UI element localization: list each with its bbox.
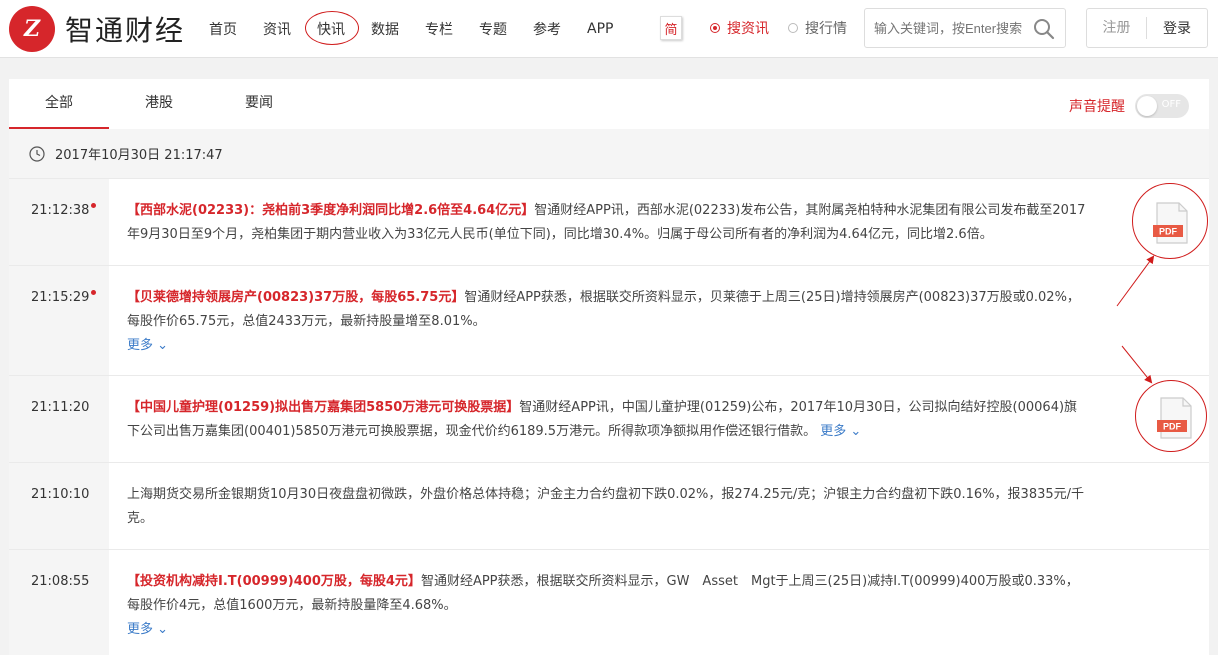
news-title[interactable]: 【西部水泥(02233)：尧柏前3季度净利润同比增2.6倍至4.64亿元】 — [127, 203, 534, 218]
sound-alert: 声音提醒 OFF — [1069, 94, 1189, 118]
important-dot-icon — [91, 290, 96, 295]
search-box — [864, 8, 1066, 48]
sound-alert-toggle[interactable]: OFF — [1135, 94, 1189, 118]
nav-item-topics[interactable]: 专题 — [479, 19, 507, 39]
news-title[interactable]: 【中国儿童护理(01259)拟出售万嘉集团5850万港元可换股票据】 — [127, 400, 519, 415]
search-mode-news[interactable]: 搜资讯 — [710, 18, 769, 38]
nav-item-news[interactable]: 资讯 — [263, 19, 291, 39]
news-body: 【投资机构减持I.T(00999)400万股，每股4元】智通财经APP获悉，根据… — [127, 570, 1087, 642]
news-time: 21:10:10 — [31, 487, 90, 502]
nav-item-reference[interactable]: 参考 — [533, 19, 561, 39]
site-logo[interactable]: Z 智通财经 — [9, 6, 185, 52]
register-button[interactable]: 注册 — [1087, 17, 1148, 39]
search-input[interactable] — [874, 9, 1034, 47]
flash-news-panel: 全部 港股 要闻 声音提醒 OFF 2017年10月30日 21:17:47 2… — [9, 79, 1209, 655]
news-time: 21:08:55 — [31, 574, 90, 589]
sound-alert-label: 声音提醒 — [1069, 99, 1125, 115]
news-title[interactable]: 【投资机构减持I.T(00999)400万股，每股4元】 — [127, 574, 421, 589]
top-header: Z 智通财经 首页 资讯 快讯 数据 专栏 专题 参考 APP 简 搜资讯 搜行… — [0, 0, 1218, 58]
nav-item-flash[interactable]: 快讯 — [305, 11, 359, 45]
news-text: 上海期货交易所金银期货10月30日夜盘盘初微跌，外盘价格总体持稳；沪金主力合约盘… — [127, 487, 1085, 526]
toggle-state: OFF — [1161, 99, 1181, 110]
search-mode-quotes-label: 搜行情 — [805, 21, 847, 37]
news-time: 21:11:20 — [31, 400, 90, 415]
annotation-circle — [1132, 183, 1208, 259]
nav-item-data[interactable]: 数据 — [371, 19, 399, 39]
search-mode-quotes[interactable]: 搜行情 — [788, 18, 847, 38]
tab-all[interactable]: 全部 — [9, 79, 109, 129]
more-link[interactable]: 更多 ⌄ — [820, 424, 861, 439]
news-body: 【贝莱德增持领展房产(00823)37万股，每股65.75元】智通财经APP获悉… — [127, 286, 1087, 358]
clock-icon — [29, 145, 45, 162]
news-item: 21:15:29 【贝莱德增持领展房产(00823)37万股，每股65.75元】… — [9, 266, 1209, 376]
search-icon[interactable] — [1033, 18, 1055, 40]
news-item: 21:08:55 【投资机构减持I.T(00999)400万股，每股4元】智通财… — [9, 550, 1209, 655]
annotation-arrows — [1116, 255, 1155, 384]
news-item: 21:11:20 【中国儿童护理(01259)拟出售万嘉集团5850万港元可换股… — [9, 376, 1209, 463]
chevron-down-icon: ⌄ — [157, 338, 169, 353]
nav-item-home[interactable]: 首页 — [209, 19, 237, 39]
date-text: 2017年10月30日 21:17:47 — [55, 148, 223, 163]
more-link[interactable]: 更多 ⌄ — [127, 622, 168, 637]
news-body: 【中国儿童护理(01259)拟出售万嘉集团5850万港元可换股票据】智通财经AP… — [127, 396, 1087, 444]
news-body: 【西部水泥(02233)：尧柏前3季度净利润同比增2.6倍至4.64亿元】智通财… — [127, 199, 1087, 247]
search-mode: 搜资讯 搜行情 — [710, 18, 866, 38]
search-mode-news-label: 搜资讯 — [727, 21, 769, 37]
nav-item-columns[interactable]: 专栏 — [425, 19, 453, 39]
news-item: 21:10:10 上海期货交易所金银期货10月30日夜盘盘初微跌，外盘价格总体持… — [9, 463, 1209, 550]
chevron-down-icon: ⌄ — [157, 622, 169, 637]
news-body: 上海期货交易所金银期货10月30日夜盘盘初微跌，外盘价格总体持稳；沪金主力合约盘… — [127, 483, 1087, 531]
logo-text: 智通财经 — [65, 14, 186, 47]
category-tabs: 全部 港股 要闻 — [9, 79, 309, 129]
language-toggle[interactable]: 简 — [660, 16, 682, 40]
login-button[interactable]: 登录 — [1147, 18, 1207, 38]
tab-hk-stocks[interactable]: 港股 — [109, 79, 209, 129]
news-time: 21:15:29 — [31, 290, 90, 305]
radio-selected-icon — [710, 23, 720, 33]
auth-buttons: 注册 登录 — [1086, 8, 1208, 48]
date-header: 2017年10月30日 21:17:47 — [9, 129, 1209, 179]
radio-empty-icon — [788, 23, 798, 33]
news-title[interactable]: 【贝莱德增持领展房产(00823)37万股，每股65.75元】 — [127, 290, 464, 305]
chevron-down-icon: ⌄ — [850, 424, 862, 439]
nav-item-app[interactable]: APP — [587, 21, 613, 37]
tab-headlines[interactable]: 要闻 — [209, 79, 309, 129]
toggle-knob — [1137, 96, 1157, 116]
news-time: 21:12:38 — [31, 203, 90, 218]
news-item: 21:12:38 【西部水泥(02233)：尧柏前3季度净利润同比增2.6倍至4… — [9, 179, 1209, 266]
main-nav: 首页 资讯 快讯 数据 专栏 专题 参考 APP — [196, 0, 626, 58]
logo-mark-icon: Z — [9, 6, 55, 52]
more-link[interactable]: 更多 ⌄ — [127, 338, 168, 353]
important-dot-icon — [91, 203, 96, 208]
